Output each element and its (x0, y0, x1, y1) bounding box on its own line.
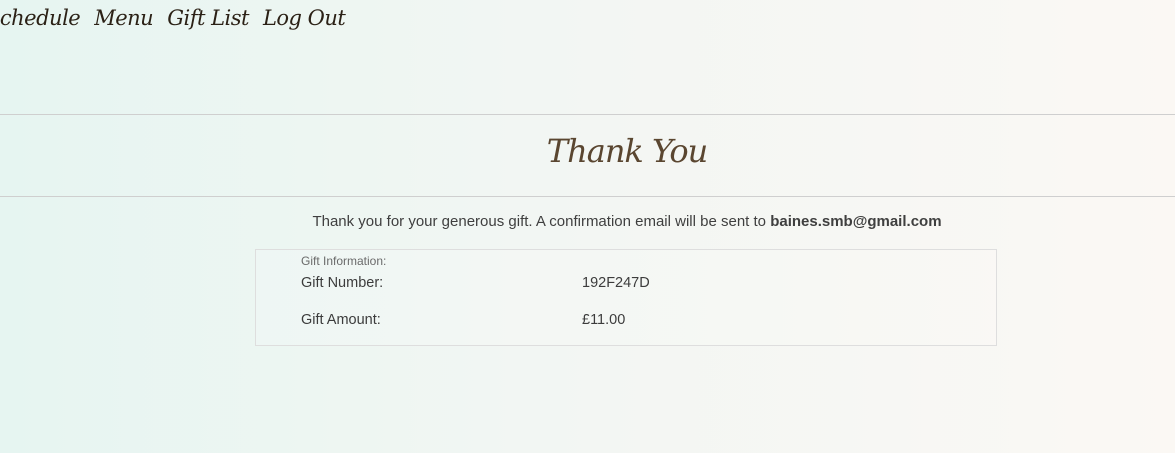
confirmation-message: Thank you for your generous gift. A conf… (0, 213, 1175, 230)
gift-number-value: 192F247D (582, 275, 650, 291)
nav-link-schedule[interactable]: Schedule (0, 6, 81, 30)
nav-link-log-out[interactable]: Log Out (263, 6, 346, 30)
gift-information-title: Gift Information: (301, 254, 387, 268)
nav-link-gift-list[interactable]: Gift List (167, 6, 249, 30)
page-title: Thank You (546, 132, 708, 170)
confirmation-text: Thank you for your generous gift. A conf… (312, 213, 771, 230)
main-nav: Schedule Menu Gift List Log Out (0, 6, 346, 30)
gift-amount-label: Gift Amount: (301, 312, 381, 328)
nav-link-menu[interactable]: Menu (94, 6, 153, 30)
gift-amount-value: £11.00 (582, 312, 626, 328)
title-band: Thank You (0, 114, 1175, 197)
gift-number-label: Gift Number: (301, 275, 384, 291)
confirmation-email: baines.smb@gmail.com (770, 213, 942, 230)
gift-information-card: Gift Information: Gift Number: 192F247D … (255, 249, 997, 346)
